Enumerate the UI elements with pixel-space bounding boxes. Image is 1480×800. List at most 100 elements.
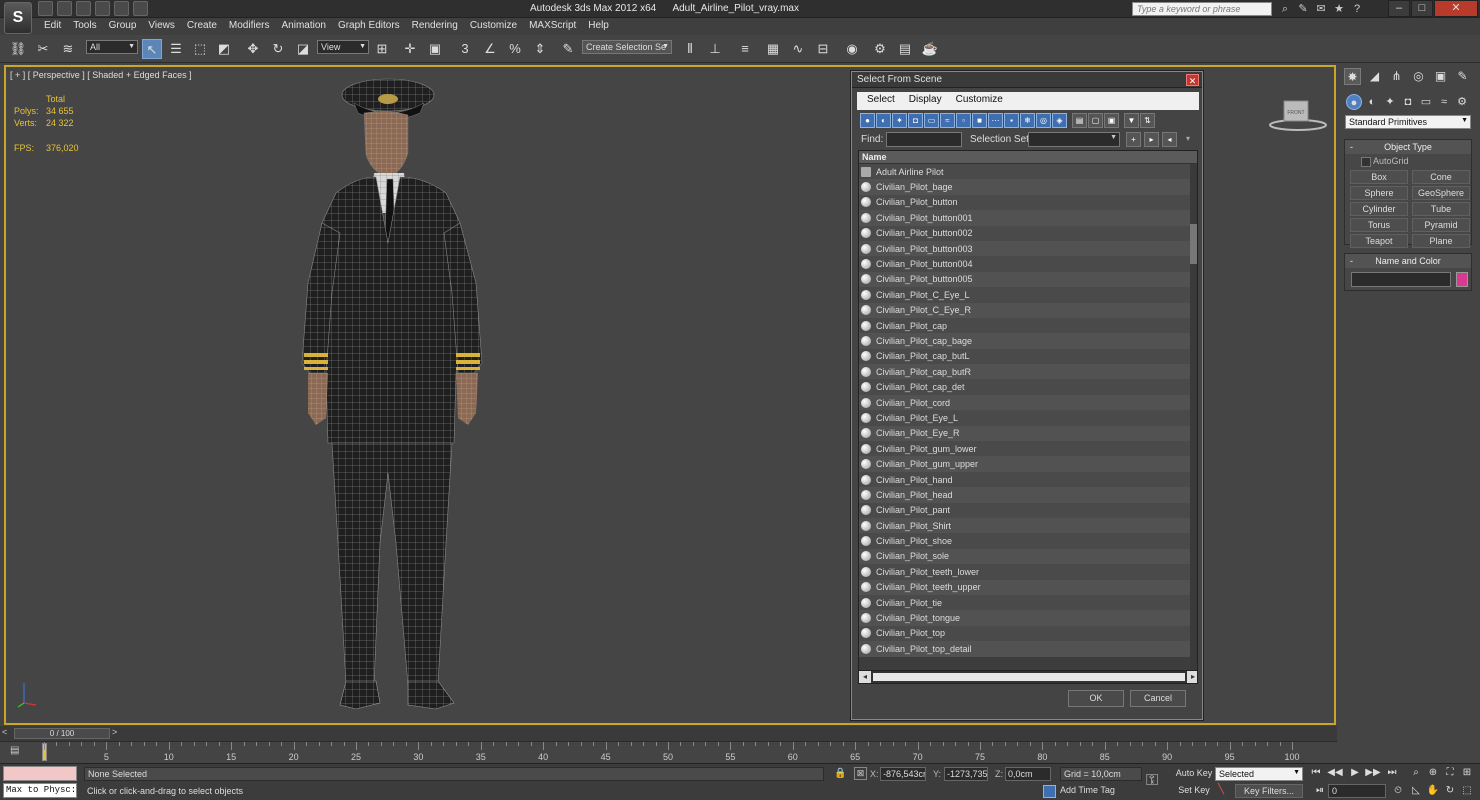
selection-set-dropdown[interactable] [1028, 132, 1120, 147]
window-crossing-icon[interactable]: ◩ [214, 39, 234, 59]
object-type-plane-button[interactable]: Plane [1412, 234, 1470, 248]
dialog-title-bar[interactable]: Select From Scene ✕ [852, 72, 1202, 88]
display-cameras-icon[interactable]: ◘ [908, 113, 923, 128]
dialog-close-button[interactable]: ✕ [1186, 74, 1199, 86]
list-item[interactable]: Civilian_Pilot_button001 [859, 210, 1190, 226]
default-in-out-tangent-icon[interactable]: ╲ [1218, 784, 1224, 795]
unlink-icon[interactable]: ✂ [33, 39, 53, 59]
create-panel-tab-icon[interactable]: ✸ [1344, 68, 1361, 85]
time-tag-icon[interactable] [1043, 785, 1056, 798]
list-horizontal-scrollbar[interactable]: ◂ ▸ [859, 670, 1197, 683]
x-coord-input[interactable]: -876,543cr [880, 767, 926, 781]
shapes-category-icon[interactable]: ◐ [1364, 94, 1380, 110]
display-helpers-icon[interactable]: ▭ [924, 113, 939, 128]
key-filters-button[interactable]: Key Filters... [1235, 784, 1303, 798]
time-slider-next-icon[interactable]: > [112, 727, 117, 737]
list-item[interactable]: Civilian_Pilot_cap_butL [859, 348, 1190, 365]
list-item[interactable]: Civilian_Pilot_cap_butR [859, 364, 1190, 380]
select-all-icon[interactable]: ▤ [1072, 113, 1087, 128]
list-item[interactable]: Civilian_Pilot_tongue [859, 610, 1190, 626]
favorites-icon[interactable]: ★ [1332, 2, 1346, 16]
zoom-all-icon[interactable]: ⊕ [1425, 766, 1441, 780]
list-item[interactable]: Civilian_Pilot_cap [859, 317, 1190, 334]
key-mode-selection-dropdown[interactable]: Selected [1215, 767, 1303, 781]
set-key-mode-key-icon[interactable]: ⚿ [1146, 772, 1158, 790]
menu-modifiers[interactable]: Modifiers [223, 18, 276, 35]
horizontal-scroll-thumb[interactable] [873, 673, 1185, 681]
object-color-swatch[interactable] [1456, 272, 1468, 287]
display-shapes-icon[interactable]: ◐ [876, 113, 891, 128]
scale-icon[interactable]: ◪ [293, 39, 313, 59]
utilities-panel-tab-icon[interactable]: ✎ [1454, 68, 1471, 85]
app-logo-button[interactable]: S [4, 2, 32, 34]
menu-edit[interactable]: Edit [38, 18, 67, 35]
object-type-cylinder-button[interactable]: Cylinder [1350, 202, 1408, 216]
goto-start-icon[interactable]: ⏮ [1308, 766, 1324, 780]
cameras-category-icon[interactable]: ◘ [1400, 94, 1416, 110]
selection-filter-dropdown[interactable]: All [86, 40, 138, 54]
pivot-center-icon[interactable]: ⊞ [372, 39, 392, 59]
list-item[interactable]: Civilian_Pilot_tie [859, 594, 1190, 611]
align-icon[interactable]: ⊥ [705, 39, 725, 59]
menu-tools[interactable]: Tools [67, 18, 102, 35]
list-item[interactable]: Civilian_Pilot_top_detail [859, 641, 1190, 657]
keyboard-shortcut-override-icon[interactable]: ▣ [425, 39, 445, 59]
select-by-name-icon[interactable]: ☰ [166, 39, 186, 59]
list-item[interactable]: Civilian_Pilot_cord [859, 394, 1190, 411]
scroll-right-arrow[interactable]: ▸ [1187, 671, 1197, 683]
move-icon[interactable]: ✥ [243, 39, 263, 59]
name-and-color-rollout-title[interactable]: - Name and Color [1345, 254, 1471, 268]
named-selection-set-dropdown[interactable]: Create Selection Se [582, 40, 672, 54]
project-folder-icon[interactable] [133, 1, 148, 16]
list-item[interactable]: Civilian_Pilot_top [859, 625, 1190, 642]
pan-view-icon[interactable]: ✋ [1425, 784, 1441, 798]
previous-frame-icon[interactable]: ◀◀ [1327, 766, 1343, 780]
helpers-category-icon[interactable]: ▭ [1418, 94, 1434, 110]
sort-icon[interactable]: ⇅ [1140, 113, 1155, 128]
dialog-menu-select[interactable]: Select [867, 92, 903, 110]
time-slider[interactable]: < 0 / 100 > [0, 726, 1337, 741]
layer-manager-icon[interactable]: ≡ [735, 39, 755, 59]
column-header-name[interactable]: Name [859, 151, 1197, 164]
menu-rendering[interactable]: Rendering [406, 18, 464, 35]
bind-space-warp-icon[interactable]: ≋ [58, 39, 78, 59]
zoom-icon[interactable]: ⌕ [1408, 766, 1424, 780]
list-item[interactable]: Civilian_Pilot_C_Eye_L [859, 287, 1190, 303]
spinner-snap-icon[interactable]: ⇕ [530, 39, 550, 59]
object-type-pyramid-button[interactable]: Pyramid [1412, 218, 1470, 232]
display-groups-icon[interactable]: ▫ [956, 113, 971, 128]
edit-named-selection-icon[interactable]: ✎ [558, 39, 578, 59]
time-slider-thumb[interactable]: 0 / 100 [14, 728, 110, 739]
toolbar-overflow-icon[interactable]: ▾ [1186, 134, 1190, 143]
autogrid-checkbox[interactable]: AutoGrid [1345, 154, 1471, 168]
close-window-button[interactable]: ✕ [1434, 0, 1478, 17]
object-type-teapot-button[interactable]: Teapot [1350, 234, 1408, 248]
dialog-menu-customize[interactable]: Customize [956, 92, 1011, 110]
render-setup-icon[interactable]: ⚙ [870, 39, 890, 59]
pilot-wireframe-model[interactable] [296, 73, 546, 723]
scroll-left-arrow[interactable]: ◂ [859, 671, 871, 683]
rectangular-selection-icon[interactable]: ⬚ [190, 39, 210, 59]
viewport-label-menu[interactable]: [ + ] [ Perspective ] [ Shaded + Edged F… [10, 70, 192, 80]
zoom-extents-icon[interactable]: ⛶ [1442, 766, 1458, 780]
redo-icon[interactable] [114, 1, 129, 16]
list-item[interactable]: Civilian_Pilot_Shirt [859, 517, 1190, 534]
selection-lock-icon[interactable]: 🔒 [834, 768, 846, 779]
display-hidden-icon[interactable]: ◎ [1036, 113, 1051, 128]
list-item[interactable]: Civilian_Pilot_head [859, 487, 1190, 503]
list-item[interactable]: Civilian_Pilot_cap_bage [859, 333, 1190, 349]
render-production-icon[interactable]: ☕ [920, 39, 940, 59]
list-item[interactable]: Civilian_Pilot_C_Eye_R [859, 302, 1190, 318]
material-editor-icon[interactable]: ◉ [842, 39, 862, 59]
object-type-torus-button[interactable]: Torus [1350, 218, 1408, 232]
object-type-tube-button[interactable]: Tube [1412, 202, 1470, 216]
select-invert-icon[interactable]: ▣ [1104, 113, 1119, 128]
search-icon[interactable]: ⌕ [1278, 2, 1292, 16]
list-item[interactable]: Civilian_Pilot_gum_upper [859, 456, 1190, 472]
orbit-icon[interactable]: ↻ [1442, 784, 1458, 798]
new-file-icon[interactable] [38, 1, 53, 16]
motion-panel-tab-icon[interactable]: ◎ [1410, 68, 1427, 85]
time-configuration-icon[interactable]: ⏲ [1390, 784, 1406, 798]
object-type-geosphere-button[interactable]: GeoSphere [1412, 186, 1470, 200]
undo-icon[interactable] [95, 1, 110, 16]
